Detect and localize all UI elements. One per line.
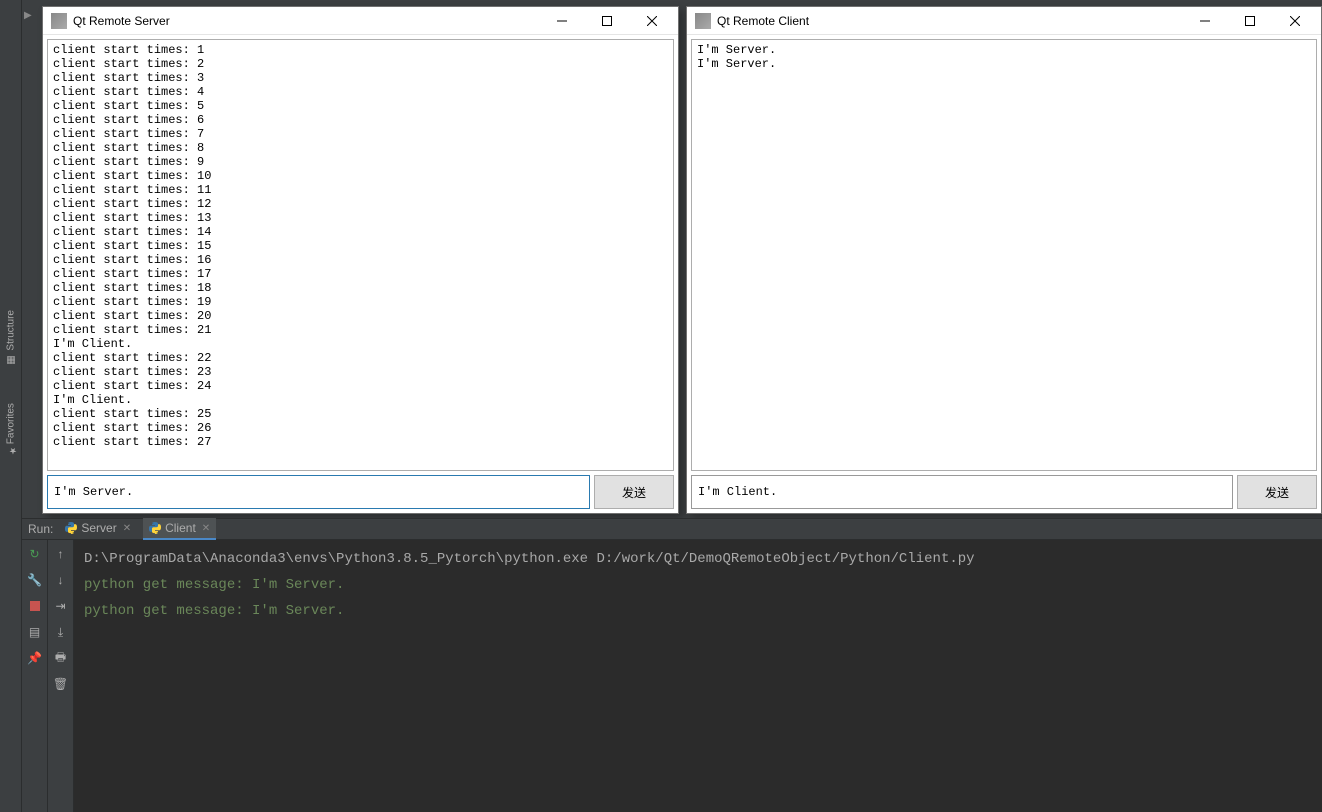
run-tab-server[interactable]: Server ✕ [59,518,137,540]
window-qt-remote-client: Qt Remote Client I'm Server. I'm Server.… [686,6,1322,514]
client-log-textarea[interactable]: I'm Server. I'm Server. [691,39,1317,471]
minimize-button[interactable] [539,7,584,35]
python-icon [65,522,77,534]
client-message-input[interactable] [691,475,1233,509]
run-tab-server-label: Server [81,521,116,535]
client-bottom-row: 发送 [691,475,1317,509]
console-output-line: python get message: I'm Server. [84,603,344,619]
wrench-icon[interactable]: 🔧 [25,570,45,590]
ide-left-rail: ▦ Structure Favorites [0,0,22,812]
scroll-to-end-icon[interactable]: ⤓ [51,622,71,642]
console-output[interactable]: D:\ProgramData\Anaconda3\envs\Python3.8.… [74,540,1322,812]
run-tab-client[interactable]: Client ✕ [143,518,216,540]
server-send-button[interactable]: 发送 [594,475,674,509]
layout-icon[interactable]: ▤ [25,622,45,642]
server-log-textarea[interactable]: client start times: 1 client start times… [47,39,674,471]
close-button[interactable] [1272,7,1317,35]
close-tab-icon[interactable]: ✕ [202,523,210,534]
client-send-button[interactable]: 发送 [1237,475,1317,509]
server-bottom-row: 发送 [47,475,674,509]
minimize-button[interactable] [1182,7,1227,35]
soft-wrap-icon[interactable]: ⇥ [51,596,71,616]
window-app-icon [51,13,67,29]
project-collapse-arrow-icon[interactable]: ▶ [24,10,32,21]
console-output-line: python get message: I'm Server. [84,577,344,593]
close-tab-icon[interactable]: ✕ [123,523,131,534]
trash-icon[interactable]: 🗑 [51,674,71,694]
print-icon[interactable]: 🖶 [51,648,71,668]
client-titlebar[interactable]: Qt Remote Client [687,7,1321,35]
close-button[interactable] [629,7,674,35]
structure-icon: ▦ [6,355,17,366]
window-app-icon [695,13,711,29]
pin-icon[interactable]: 📌 [25,648,45,668]
run-gutter-left: ↻ 🔧 ▤ 📌 [22,540,48,812]
sidebar-tab-structure[interactable]: ▦ Structure [0,304,22,372]
server-titlebar[interactable]: Qt Remote Server [43,7,678,35]
run-panel-header: Run: Server ✕ Client ✕ [22,518,1322,540]
structure-label: Structure [6,310,17,351]
server-message-input[interactable] [47,475,590,509]
down-arrow-icon[interactable]: ↓ [51,570,71,590]
stop-button[interactable] [25,596,45,616]
maximize-button[interactable] [584,7,629,35]
run-label: Run: [28,522,53,536]
up-arrow-icon[interactable]: ↑ [51,544,71,564]
run-tool-window: Run: Server ✕ Client ✕ ↻ 🔧 ▤ 📌 ↑ ↓ ⇥ [22,518,1322,812]
run-gutter-right: ↑ ↓ ⇥ ⤓ 🖶 🗑 [48,540,74,812]
client-client-area: I'm Server. I'm Server. 发送 [687,35,1321,513]
run-panel-body: ↻ 🔧 ▤ 📌 ↑ ↓ ⇥ ⤓ 🖶 🗑 D:\ProgramData\Anaco… [22,540,1322,812]
server-window-title: Qt Remote Server [73,14,539,28]
rerun-button[interactable]: ↻ [25,544,45,564]
maximize-button[interactable] [1227,7,1272,35]
run-tab-client-label: Client [165,521,196,535]
client-window-title: Qt Remote Client [717,14,1182,28]
python-icon [149,522,161,534]
server-client-area: client start times: 1 client start times… [43,35,678,513]
window-qt-remote-server: Qt Remote Server client start times: 1 c… [42,6,679,514]
favorites-label: Favorites [6,403,17,444]
console-command-line: D:\ProgramData\Anaconda3\envs\Python3.8.… [84,551,975,567]
star-icon [5,448,17,456]
sidebar-tab-favorites[interactable]: Favorites [0,397,22,462]
